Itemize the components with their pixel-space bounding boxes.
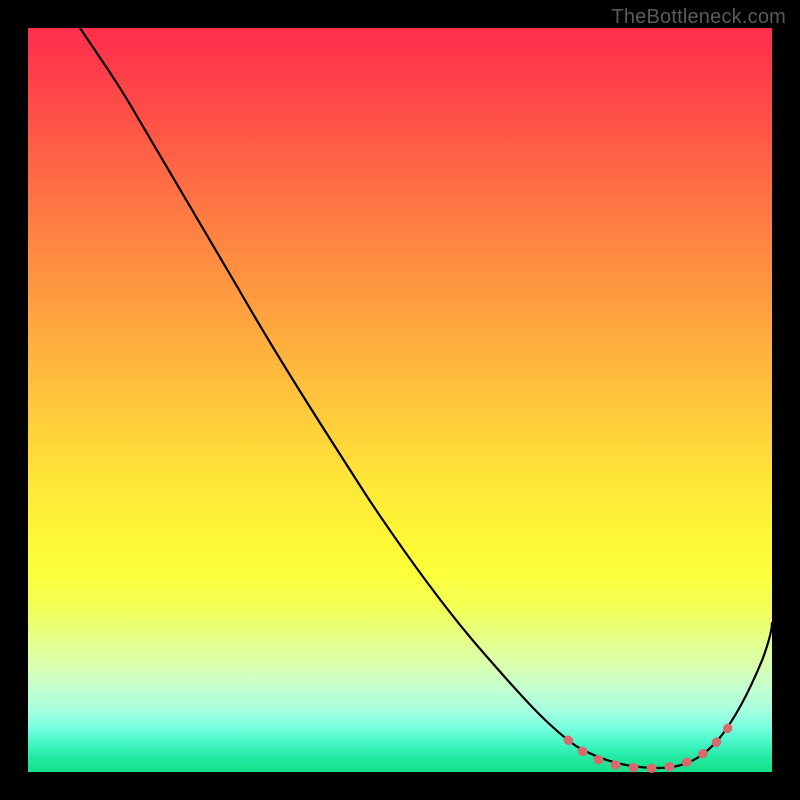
bottleneck-curve bbox=[80, 28, 772, 768]
watermark-text: TheBottleneck.com bbox=[611, 6, 786, 29]
highlight-markers bbox=[568, 728, 728, 768]
curve-svg bbox=[28, 28, 772, 772]
gradient-plot-area bbox=[28, 28, 772, 772]
chart-frame: { "watermark": "TheBottleneck.com", "col… bbox=[0, 0, 800, 800]
